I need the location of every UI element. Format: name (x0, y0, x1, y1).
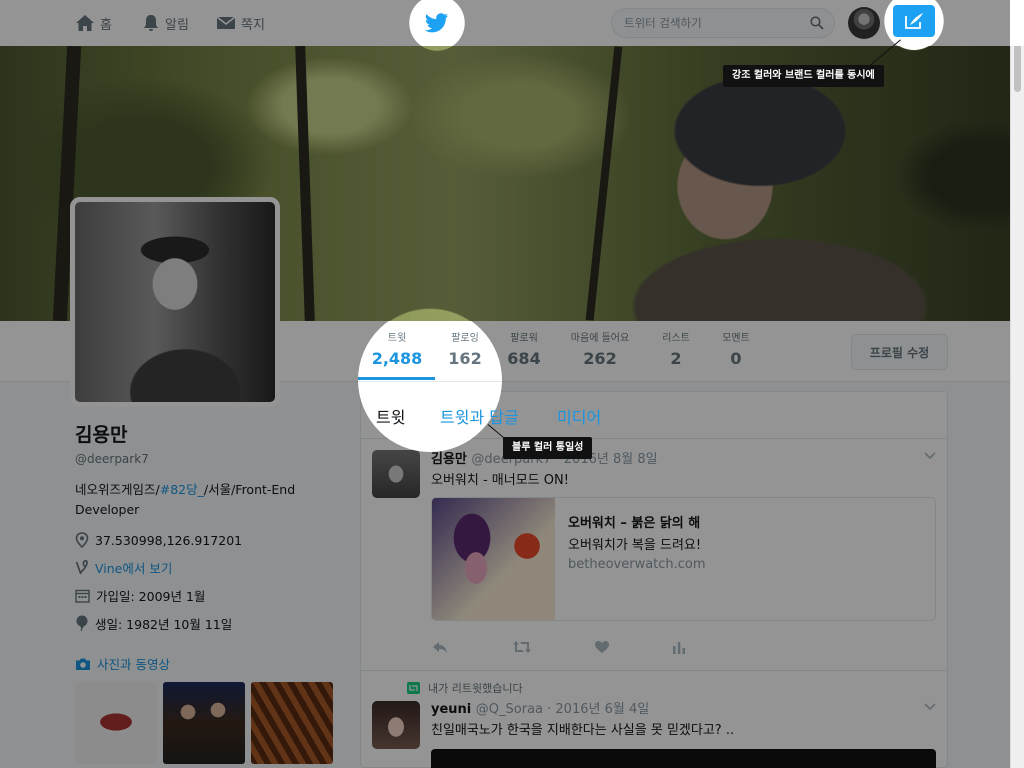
bio-hashtag-link[interactable]: #82당_ (160, 482, 204, 497)
profile-bio: 네오위즈게임즈/#82당_/서울/Front-End Developer (75, 480, 325, 520)
retweet-icon[interactable] (512, 640, 532, 654)
stat-moments-value: 0 (730, 349, 742, 368)
tab-tweets-and-replies[interactable]: 트윗과 답글 (440, 404, 519, 428)
stat-lists[interactable]: 리스트 2 (652, 333, 700, 370)
chevron-down-icon[interactable] (924, 452, 936, 460)
stat-likes-label: 마음에 들어요 (570, 333, 630, 344)
media-thumbnail[interactable] (75, 682, 157, 764)
birthday-text: 생일: 1982년 10월 11일 (95, 616, 233, 632)
edit-profile-button[interactable]: 프로필 수정 (851, 334, 948, 370)
link-card[interactable]: 오버워치 – 붉은 닭의 해 오버워치가 복을 드려요! betheoverwa… (431, 497, 936, 621)
vine-link[interactable]: Vine에서 보기 (95, 558, 172, 577)
twitter-bird-icon (425, 13, 448, 33)
top-navigation: 홈 알림 쪽지 (0, 0, 1024, 46)
search-box (611, 8, 835, 38)
tweet-avatar[interactable] (372, 450, 420, 498)
stat-followers[interactable]: 팔로워 684 (500, 333, 548, 370)
tab-media[interactable]: 미디어 (557, 404, 601, 428)
retweet-context-label: 내가 리트윗했습니다 (428, 682, 523, 695)
twitter-logo[interactable] (416, 2, 458, 44)
analytics-icon[interactable] (672, 640, 686, 654)
profile-location: 37.530998,126.917201 (75, 530, 242, 550)
annotation-tabs: 블루 컬러 통일성 (503, 437, 593, 459)
stat-likes-value: 262 (583, 349, 617, 368)
retweet-badge-icon (407, 682, 420, 694)
nav-messages-label: 쪽지 (241, 17, 265, 33)
stat-following-label: 팔로잉 (451, 333, 479, 344)
search-input[interactable] (624, 15, 804, 31)
stat-followers-label: 팔로워 (510, 333, 538, 344)
profile-avatar[interactable] (70, 197, 280, 407)
tweet-handle-date: @Q_Soraa · 2016년 6월 4일 (475, 702, 650, 717)
annotation-compose: 강조 컬러와 브랜드 컬러를 동시에 (723, 65, 884, 87)
bell-icon (144, 15, 158, 31)
card-description: 오버워치가 복을 드려요! (568, 538, 702, 553)
profile-handle[interactable]: @deerpark7 (75, 452, 149, 466)
account-avatar[interactable] (848, 7, 880, 39)
nav-home-label: 홈 (100, 17, 112, 33)
card-url: betheoverwatch.com (568, 557, 706, 572)
location-pin-icon (75, 532, 89, 548)
tweet-avatar[interactable] (372, 701, 420, 749)
scrollbar[interactable] (1010, 0, 1024, 768)
location-text: 37.530998,126.917201 (95, 532, 243, 548)
stat-followers-value: 684 (507, 349, 541, 368)
tab-tweets[interactable]: 트윗 (376, 404, 405, 428)
stat-tweets-highlight[interactable]: 트윗 2,488 (370, 333, 424, 370)
search-icon[interactable] (810, 16, 824, 30)
home-icon (76, 15, 94, 31)
reply-icon[interactable] (432, 640, 448, 654)
tweet-text: 오버워치 - 매너모드 ON! (431, 473, 569, 488)
stat-tweets-label: 트윗 (387, 333, 407, 344)
media-thumbnail[interactable] (251, 682, 333, 764)
stat-lists-value: 2 (670, 349, 682, 368)
retweet-context: 내가 리트윗했습니다 (407, 680, 523, 696)
vine-icon (75, 559, 88, 575)
bio-prefix: 네오위즈게임즈/ (75, 482, 160, 497)
nav-messages[interactable]: 쪽지 (216, 12, 265, 34)
stat-moments-label: 모멘트 (722, 333, 750, 344)
envelope-icon (216, 16, 236, 29)
compose-tweet-button[interactable] (893, 5, 935, 37)
tweet-author-name: yeuni (431, 702, 472, 717)
profile-name: 김용만 (75, 424, 128, 446)
heart-icon[interactable] (594, 640, 610, 654)
tweet-separator (361, 670, 947, 671)
stat-following-value: 162 (448, 349, 482, 368)
profile-vine[interactable]: Vine에서 보기 (75, 557, 172, 577)
stat-likes[interactable]: 마음에 들어요 262 (562, 333, 638, 370)
compose-icon (905, 13, 923, 29)
stats-divider (358, 381, 502, 382)
nav-notifications[interactable]: 알림 (142, 12, 189, 34)
stat-lists-label: 리스트 (662, 333, 690, 344)
tweet-author-name: 김용만 (431, 452, 467, 467)
nav-home[interactable]: 홈 (75, 12, 112, 34)
tweet-text: 친일매국노가 한국을 지배한다는 사실을 못 믿겠다고? .. (431, 723, 735, 738)
photos-videos-label: 사진과 동영상 (97, 657, 170, 672)
stat-tweets-value: 2,488 (371, 349, 423, 368)
chevron-down-icon[interactable] (924, 703, 936, 711)
media-thumbnail[interactable] (163, 682, 245, 764)
active-stat-indicator (358, 377, 435, 380)
camera-icon (76, 658, 90, 670)
card-image (432, 498, 555, 620)
card-title: 오버워치 – 붉은 닭의 해 (568, 516, 701, 531)
stat-following-highlight[interactable]: 팔로잉 162 (440, 333, 490, 370)
balloon-icon (76, 615, 88, 631)
calendar-icon (75, 589, 90, 603)
stat-moments[interactable]: 모멘트 0 (712, 333, 760, 370)
profile-joined: 가입일: 2009년 1월 (75, 585, 205, 605)
tweet-media[interactable] (431, 749, 936, 768)
profile-birthday: 생일: 1982년 10월 11일 (75, 613, 232, 633)
joined-text: 가입일: 2009년 1월 (96, 588, 206, 604)
tweet-author[interactable]: yeuni @Q_Soraa · 2016년 6월 4일 (431, 698, 649, 717)
nav-notifications-label: 알림 (165, 17, 189, 33)
photos-videos-link[interactable]: 사진과 동영상 (75, 654, 170, 673)
tabs-divider (361, 438, 947, 439)
